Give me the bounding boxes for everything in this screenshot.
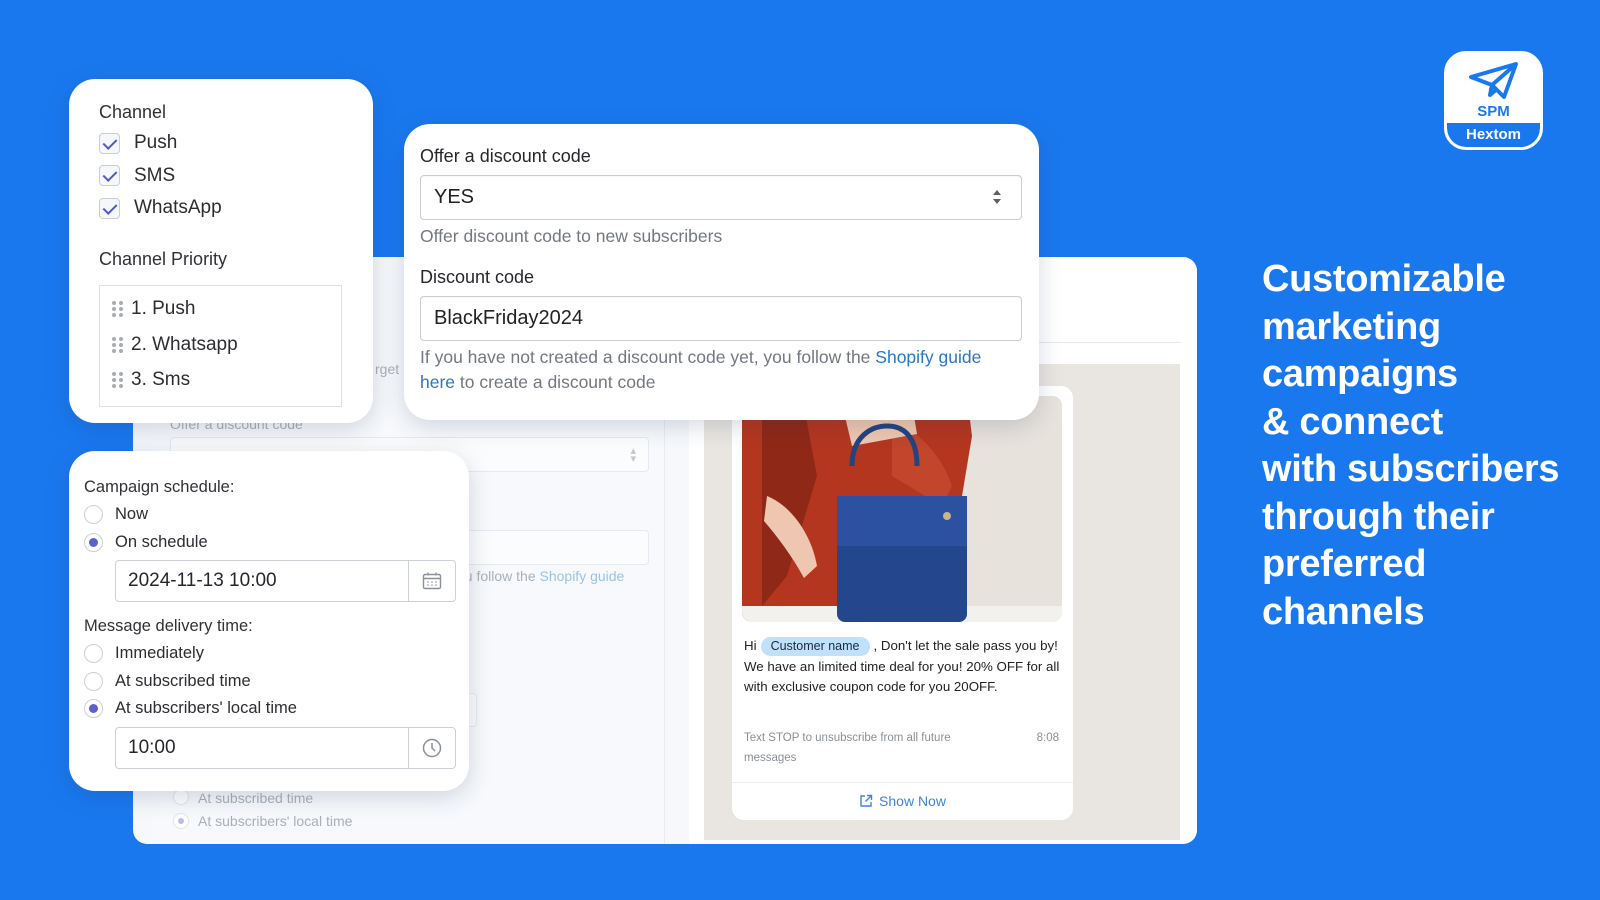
drag-handle-icon[interactable] [112,372,123,389]
discount-code-input[interactable]: BlackFriday2024 [420,296,1022,341]
headline-line: campaigns [1262,353,1458,395]
discount-card: Offer a discount code YES Offer discount… [404,124,1039,420]
offer-discount-label: Offer a discount code [420,146,591,166]
drag-handle-icon[interactable] [112,301,123,318]
headline-line: Customizable [1262,258,1506,300]
headline-line: & connect [1262,400,1443,443]
message-text: Hi Customer name, Don't let the sale pass… [744,636,1064,698]
schedule-card: Campaign schedule: Now On schedule 2024-… [69,451,469,791]
radio-label: Now [115,505,149,524]
checkbox-checked-icon[interactable] [99,165,120,187]
offer-discount-select[interactable]: YES [420,175,1022,220]
greeting-text: Hi [744,638,757,653]
marketing-headline: Customizable marketing campaigns & conne… [1262,256,1592,636]
radio-label: At subscribers' local time [115,699,297,718]
faded-radio-local [173,813,189,829]
help-text: If you have not created a discount code … [420,347,876,367]
faded-radio-label: At subscribers' local time [198,813,353,829]
show-now-label: Show Now [879,793,946,809]
discount-code-label: Discount code [420,267,535,287]
radio-subscribed-time[interactable]: At subscribed time [84,668,454,696]
radio-label: Immediately [115,644,204,663]
priority-label: 3. Sms [131,369,191,391]
channel-card: Channel Push SMS WhatsApp Channel Priori… [69,79,373,423]
faded-radio-subscribed [173,789,189,805]
channel-sms-checkbox[interactable]: SMS [99,160,343,193]
priority-label: 2. Whatsapp [131,333,238,355]
shopify-guide-link[interactable]: Shopify guide [875,347,981,367]
paper-plane-icon [1469,62,1518,99]
checkbox-label: SMS [134,164,176,186]
headline-line: channels [1262,590,1425,633]
delivery-time-input[interactable]: 10:00 [115,726,456,769]
customer-name-tag: Customer name [760,637,870,656]
checkbox-checked-icon[interactable] [99,197,120,219]
channel-priority-title: Channel Priority [99,249,228,269]
input-value: 10:00 [128,736,176,758]
external-link-icon [860,794,873,807]
calendar-icon [422,572,442,590]
offer-discount-help: Offer discount code to new subscribers [420,226,723,246]
unsubscribe-note: Text STOP to unsubscribe from all future… [744,732,951,764]
channel-push-checkbox[interactable]: Push [99,127,343,160]
radio-icon[interactable] [84,644,103,664]
faded-radio-label: At subscribed time [198,790,314,806]
channel-priority-list: 1. Push 2. Whatsapp 3. Sms [99,284,342,407]
message-delivery-label: Message delivery time: [84,616,253,635]
input-value: 2024-11-13 10:00 [128,570,277,591]
radio-selected-icon[interactable] [84,532,103,552]
headline-line: preferred [1262,543,1427,585]
show-now-button[interactable]: Show Now [732,782,1073,820]
radio-label: On schedule [115,532,208,551]
message-time: 8:08 [1036,732,1059,744]
message-preview-bubble: Hi Customer name, Don't let the sale pass… [732,386,1073,820]
radio-icon[interactable] [84,671,103,691]
checkbox-label: Push [134,132,178,154]
headline-line: with subscribers [1262,448,1560,490]
priority-item[interactable]: 3. Sms [112,363,329,399]
select-arrows-icon [993,190,1001,206]
clock-button[interactable] [408,727,455,768]
checkbox-checked-icon[interactable] [99,132,120,154]
discount-code-help: If you have not created a discount code … [420,345,1023,395]
headline-line: marketing [1262,305,1441,348]
headline-line: through their [1262,495,1495,538]
priority-item[interactable]: 2. Whatsapp [112,327,329,363]
radio-selected-icon[interactable] [84,699,103,719]
app-logo: SPM Hextom [1444,51,1543,150]
faded-help-text: ou follow the Shopify guide [457,568,625,584]
clock-icon [422,738,442,757]
radio-label: At subscribed time [115,671,251,690]
priority-label: 1. Push [131,298,196,320]
campaign-schedule-label: Campaign schedule: [84,477,235,496]
channel-whatsapp-checkbox[interactable]: WhatsApp [99,192,343,225]
select-value: YES [434,186,475,208]
radio-icon[interactable] [84,505,103,525]
checkbox-label: WhatsApp [134,197,222,219]
radio-now[interactable]: Now [84,501,454,529]
channel-title: Channel [99,101,167,122]
faded-target-text: rget [375,361,400,377]
product-image [742,396,1062,622]
input-value: BlackFriday2024 [434,307,583,329]
drag-handle-icon[interactable] [112,336,123,353]
logo-hextom-text: Hextom [1447,123,1540,147]
calendar-button[interactable] [408,561,455,601]
radio-on-schedule[interactable]: On schedule [84,529,454,557]
priority-item[interactable]: 1. Push [112,292,329,328]
schedule-datetime-input[interactable]: 2024-11-13 10:00 [115,560,456,602]
radio-local-time[interactable]: At subscribers' local time [84,695,454,723]
logo-spm-text: SPM [1477,103,1510,120]
radio-immediately[interactable]: Immediately [84,640,454,668]
handbag-photo-icon [742,396,1062,622]
help-text: to create a discount code [455,372,656,392]
here-link[interactable]: here [420,372,455,392]
